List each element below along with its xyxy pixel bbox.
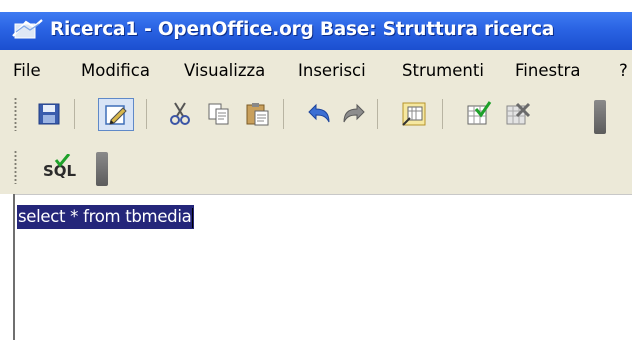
menu-modifica[interactable]: Modifica: [81, 60, 150, 82]
menu-file[interactable]: File: [13, 60, 41, 82]
paste-icon[interactable]: [244, 100, 272, 128]
menu-visualizza[interactable]: Visualizza: [184, 60, 265, 82]
menu-strumenti[interactable]: Strumenti: [402, 60, 484, 82]
toolbar-separator: [377, 99, 378, 129]
toolbar-separator: [146, 99, 147, 129]
text-caret: [192, 207, 194, 228]
toolbar-separator: [74, 99, 75, 129]
menu-help[interactable]: ?: [619, 60, 628, 82]
window-title: Ricerca1 - OpenOffice.org Base: Struttur…: [50, 19, 555, 40]
menu-inserisci[interactable]: Inserisci: [298, 60, 366, 82]
title-bar: Ricerca1 - OpenOffice.org Base: Struttur…: [0, 0, 632, 50]
save-icon[interactable]: [35, 100, 63, 128]
toolbar-grip[interactable]: [14, 150, 17, 184]
openoffice-document-icon[interactable]: [12, 18, 44, 42]
undo-icon[interactable]: [305, 101, 333, 129]
sql-query-text[interactable]: select * from tbmedia: [17, 205, 195, 229]
cut-icon[interactable]: [166, 100, 194, 128]
design-view-icon[interactable]: [400, 100, 428, 128]
sql-toolbar: [0, 140, 632, 194]
sql-direct-icon[interactable]: SQL: [42, 154, 76, 182]
edit-mode-icon[interactable]: [102, 101, 130, 129]
toolbar-separator: [283, 99, 284, 129]
editor-top-border: [13, 194, 632, 195]
clear-query-icon[interactable]: [503, 100, 531, 128]
toolbar-grip[interactable]: [14, 97, 17, 131]
toolbar-overflow-icon[interactable]: [594, 100, 606, 134]
editor-left-border: [13, 194, 15, 340]
menu-finestra[interactable]: Finestra: [515, 60, 580, 82]
redo-icon[interactable]: [340, 101, 368, 129]
run-query-icon[interactable]: [464, 100, 492, 128]
toolbar-separator: [442, 99, 443, 129]
copy-icon[interactable]: [205, 100, 233, 128]
toolbar-overflow-icon[interactable]: [96, 152, 108, 186]
window: Ricerca1 - OpenOffice.org Base: Struttur…: [0, 0, 632, 340]
sql-query-selected: select * from tbmedia: [18, 207, 192, 226]
